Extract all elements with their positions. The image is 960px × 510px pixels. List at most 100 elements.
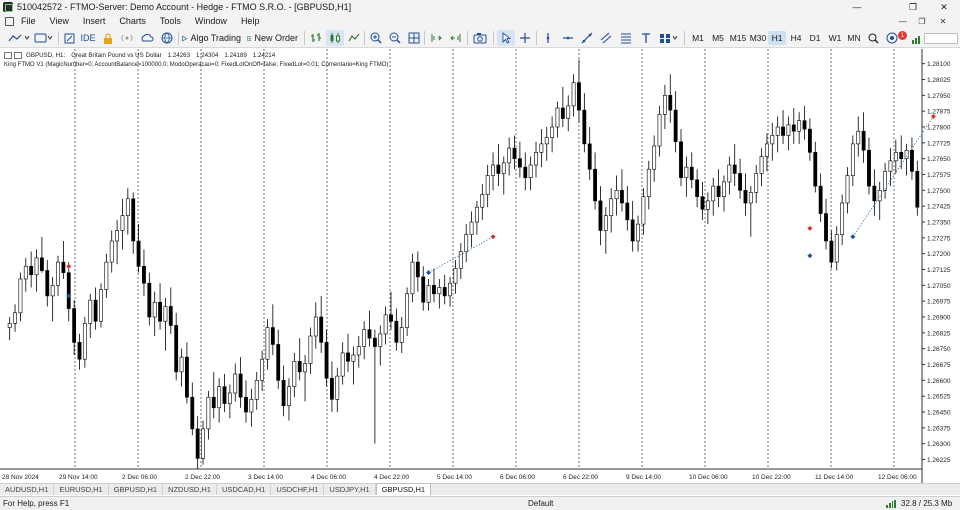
menu-help[interactable]: Help — [234, 16, 267, 26]
tab-eurusd[interactable]: EURUSD,H1 — [54, 484, 109, 495]
minimize-button[interactable]: — — [842, 0, 872, 14]
timeframe-w1[interactable]: W1 — [826, 31, 844, 45]
cursor-icon[interactable] — [497, 30, 515, 46]
new-chart-icon[interactable] — [62, 30, 76, 46]
lock-icon[interactable] — [101, 30, 115, 46]
menu-file[interactable]: File — [14, 16, 43, 26]
bull-candle — [614, 190, 619, 200]
bar-chart-icon[interactable] — [308, 30, 324, 46]
sell-marker — [66, 263, 72, 269]
bear-candle — [872, 185, 877, 202]
text-icon[interactable] — [638, 30, 654, 46]
zoom-in-icon[interactable] — [368, 30, 384, 46]
menu-insert[interactable]: Insert — [76, 16, 113, 26]
line-icon[interactable] — [346, 30, 362, 46]
bear-candle — [319, 316, 324, 343]
bear-candle — [432, 285, 436, 295]
chart-menu-icon[interactable] — [4, 52, 12, 59]
bull-candle — [544, 137, 549, 145]
bull-candle — [722, 181, 726, 197]
bull-candle — [335, 375, 340, 400]
ide-button[interactable]: IDE — [79, 30, 97, 46]
bull-candle — [609, 198, 614, 216]
chart-settings-icon[interactable] — [14, 52, 22, 59]
price-label: 1.28025 — [927, 77, 951, 84]
menu-charts[interactable]: Charts — [112, 16, 153, 26]
toolbar-separator — [424, 31, 425, 45]
tab-audusd[interactable]: AUDUSD,H1 — [0, 484, 55, 495]
price-chart[interactable]: 1.28100 1.28025 1.27950 1.27875 1.27800 1.277… — [0, 49, 960, 483]
tab-usdjpy[interactable]: USDJPY,H1 — [324, 484, 376, 495]
close-button[interactable]: ✕ — [929, 0, 959, 14]
connection-icon — [886, 500, 896, 508]
bull-candle — [362, 329, 367, 347]
vertical-line-icon[interactable] — [540, 30, 556, 46]
bear-candle — [523, 166, 528, 178]
crosshair-icon[interactable] — [517, 30, 533, 46]
chart-area[interactable]: 1.28100 1.28025 1.27950 1.27875 1.27800 1.277… — [0, 49, 960, 483]
trendline-icon[interactable] — [579, 30, 595, 46]
timeframe-m30[interactable]: M30 — [748, 31, 768, 45]
bear-candle — [421, 276, 426, 303]
bear-candle — [39, 257, 44, 271]
line-chart-icon[interactable] — [6, 30, 32, 46]
notifications-badge: 1 — [898, 31, 907, 40]
timeframe-m1[interactable]: M1 — [689, 31, 707, 45]
horizontal-line-icon[interactable] — [560, 30, 576, 46]
account-profile-box[interactable] — [924, 33, 958, 44]
menu-window[interactable]: Window — [188, 16, 234, 26]
fibonacci-icon[interactable] — [618, 30, 634, 46]
bull-candle — [313, 316, 318, 337]
chart-shift-icon[interactable] — [448, 30, 464, 46]
bull-candle — [233, 373, 238, 394]
equidistant-channel-icon[interactable] — [598, 30, 614, 46]
timeframe-m15[interactable]: M15 — [728, 31, 748, 45]
shapes-icon[interactable] — [657, 30, 681, 46]
bull-candle — [7, 323, 12, 328]
candlestick-icon[interactable] — [326, 30, 344, 46]
timeframe-h4[interactable]: H4 — [787, 31, 805, 45]
bull-candle — [566, 105, 571, 119]
menu-view[interactable]: View — [43, 16, 76, 26]
globe-icon[interactable] — [159, 30, 175, 46]
bull-candle — [748, 192, 753, 204]
zoom-out-icon[interactable] — [387, 30, 403, 46]
chart-restore-button[interactable]: ❐ — [913, 14, 931, 28]
bear-candle — [802, 120, 807, 130]
bull-candle — [120, 215, 125, 231]
timeframe-mn[interactable]: MN — [845, 31, 863, 45]
bear-candle — [442, 287, 447, 297]
timeframe-d1[interactable]: D1 — [806, 31, 824, 45]
autoscroll-icon[interactable] — [428, 30, 444, 46]
toolbar-separator — [304, 31, 305, 45]
new-order-button[interactable]: New Order — [247, 30, 301, 46]
grid-icon[interactable] — [406, 30, 422, 46]
tab-usdcad[interactable]: USDCAD,H1 — [217, 484, 272, 495]
chart-minimize-button[interactable]: — — [894, 14, 912, 28]
signal-icon[interactable] — [119, 30, 135, 46]
screenshot-icon[interactable] — [471, 30, 489, 46]
buy-marker — [807, 253, 813, 259]
template-icon[interactable] — [32, 30, 56, 46]
tab-nzdusd[interactable]: NZDUSD,H1 — [163, 484, 217, 495]
time-label: 2 Dec 06:00 — [122, 474, 157, 481]
tab-gbpusd[interactable]: GBPUSD,H1 — [109, 484, 164, 495]
timeframe-h1[interactable]: H1 — [768, 31, 786, 45]
bear-candle — [195, 428, 200, 459]
tab-gbpusd-active[interactable]: GBPUSD,H1 — [375, 483, 432, 495]
algo-trading-button[interactable]: Algo Trading — [182, 30, 244, 46]
search-icon[interactable] — [866, 30, 880, 46]
tab-usdchf[interactable]: USDCHF,H1 — [271, 484, 325, 495]
menu-tools[interactable]: Tools — [153, 16, 188, 26]
bear-candle — [394, 320, 399, 343]
bear-candle — [29, 266, 34, 276]
toolbar-separator — [178, 31, 179, 45]
cloud-icon[interactable] — [139, 30, 155, 46]
bull-candle — [18, 278, 23, 314]
restore-button[interactable]: ❐ — [898, 0, 928, 14]
time-label: 5 Dec 14:00 — [437, 474, 472, 481]
bull-candle — [399, 327, 404, 343]
timeframe-m5[interactable]: M5 — [709, 31, 727, 45]
chart-close-button[interactable]: ✕ — [934, 14, 952, 28]
bull-candle — [834, 234, 839, 263]
